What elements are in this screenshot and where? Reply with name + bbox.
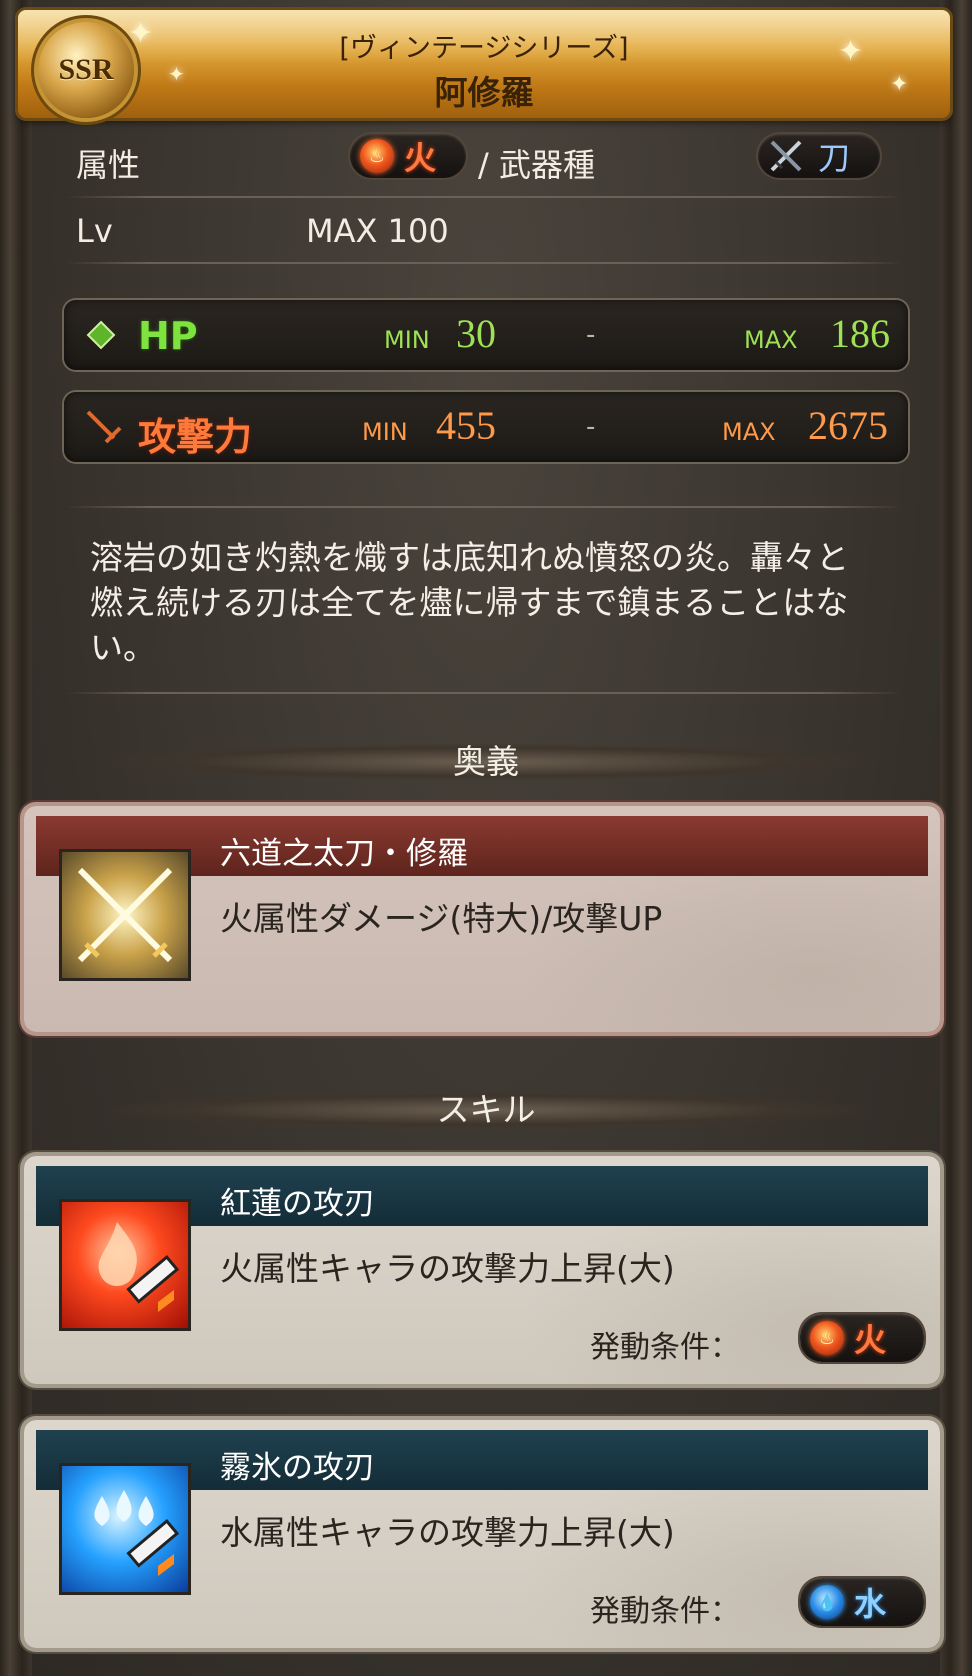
hp-min-value: 30	[456, 311, 496, 356]
droplet-sword-glyph	[94, 1490, 180, 1576]
skill-effect: 水属性キャラの攻撃力上昇(大)	[220, 1513, 675, 1552]
skill-condition-label: 発動条件：	[590, 1330, 740, 1365]
attribute-label: 属性	[76, 146, 141, 184]
katana-icon	[770, 140, 802, 172]
condition-element-text: 水	[854, 1585, 887, 1623]
fire-element-icon: ♨	[360, 139, 394, 173]
skill-condition-label: 発動条件：	[590, 1594, 740, 1629]
skill-condition-badge: ♨ 火	[800, 1314, 924, 1362]
attack-stat-bar: 攻撃力 MIN 455 - MAX 2675	[64, 392, 908, 462]
weapon-type-badge: 刀	[758, 134, 880, 178]
sparkle-icon: ✦	[128, 16, 154, 51]
skill-section-title: スキル	[104, 1092, 868, 1128]
skill-card-1[interactable]: 紅蓮の攻刃 火属性キャラの攻撃力上昇(大) 発動条件： ♨ 火	[24, 1156, 940, 1384]
ougi-name: 六道之太刀・修羅	[220, 836, 468, 872]
skill-condition-badge: 💧 水	[800, 1578, 924, 1626]
sparkle-icon: ✦	[168, 62, 185, 86]
skill-effect: 火属性キャラの攻撃力上昇(大)	[220, 1249, 675, 1288]
flame-sword-glyph	[98, 1222, 180, 1312]
hp-stat-bar: HP MIN 30 - MAX 186	[64, 300, 908, 370]
hp-dash: -	[586, 320, 596, 350]
attack-max-label: MAX	[722, 418, 776, 446]
crossed-swords-glyph	[77, 867, 173, 963]
element-badge: ♨ 火	[350, 134, 466, 178]
divider	[66, 692, 902, 694]
series-name: [ヴィンテージシリーズ]	[339, 33, 629, 64]
element-text: 火	[404, 139, 437, 177]
hp-label: HP	[138, 314, 198, 358]
fire-attack-skill-icon	[62, 1202, 188, 1328]
skill-card-2[interactable]: 霧氷の攻刃 水属性キャラの攻撃力上昇(大) 発動条件： 💧 水	[24, 1420, 940, 1648]
hp-max-label: MAX	[744, 326, 798, 354]
fire-element-icon: ♨	[810, 1321, 844, 1355]
ougi-card[interactable]: 六道之太刀・修羅 火属性ダメージ(特大)/攻撃UP	[24, 806, 940, 1032]
ougi-crossed-swords-icon	[62, 852, 188, 978]
attack-min-label: MIN	[362, 418, 408, 446]
flavor-text: 溶岩の如き灼熱を熾すは底知れぬ憤怒の炎。轟々と燃え続ける刃は全てを燼に帰すまで鎮…	[90, 538, 849, 667]
attack-sword-icon	[86, 410, 122, 444]
skill-name: 霧氷の攻刃	[220, 1450, 375, 1486]
ougi-effect: 火属性ダメージ(特大)/攻撃UP	[220, 899, 663, 938]
sparkle-icon: ✦	[838, 34, 864, 69]
divider	[66, 196, 902, 198]
hp-max-value: 186	[830, 311, 890, 356]
weapon-type-label: / 武器種	[478, 146, 595, 184]
attack-min-value: 455	[436, 403, 496, 448]
weapon-header: SSR [ヴィンテージシリーズ] 阿修羅 ✦ ✦ ✦ ✦	[18, 10, 950, 118]
divider	[66, 262, 902, 264]
level-value: MAX 100	[306, 212, 449, 250]
weapon-type-text: 刀	[818, 139, 851, 177]
attack-label: 攻撃力	[138, 415, 253, 459]
hp-diamond-icon	[86, 320, 116, 350]
condition-element-text: 火	[854, 1321, 887, 1359]
hp-min-label: MIN	[384, 326, 430, 354]
water-attack-skill-icon	[62, 1466, 188, 1592]
divider	[66, 506, 902, 508]
skill-name: 紅蓮の攻刃	[220, 1186, 375, 1222]
attack-max-value: 2675	[808, 403, 888, 448]
weapon-name: 阿修羅	[434, 73, 534, 112]
sparkle-icon: ✦	[890, 72, 909, 97]
attack-dash: -	[586, 412, 596, 442]
ougi-section-title: 奥義	[104, 744, 868, 780]
water-element-icon: 💧	[810, 1585, 844, 1619]
level-label: Lv	[76, 212, 113, 250]
